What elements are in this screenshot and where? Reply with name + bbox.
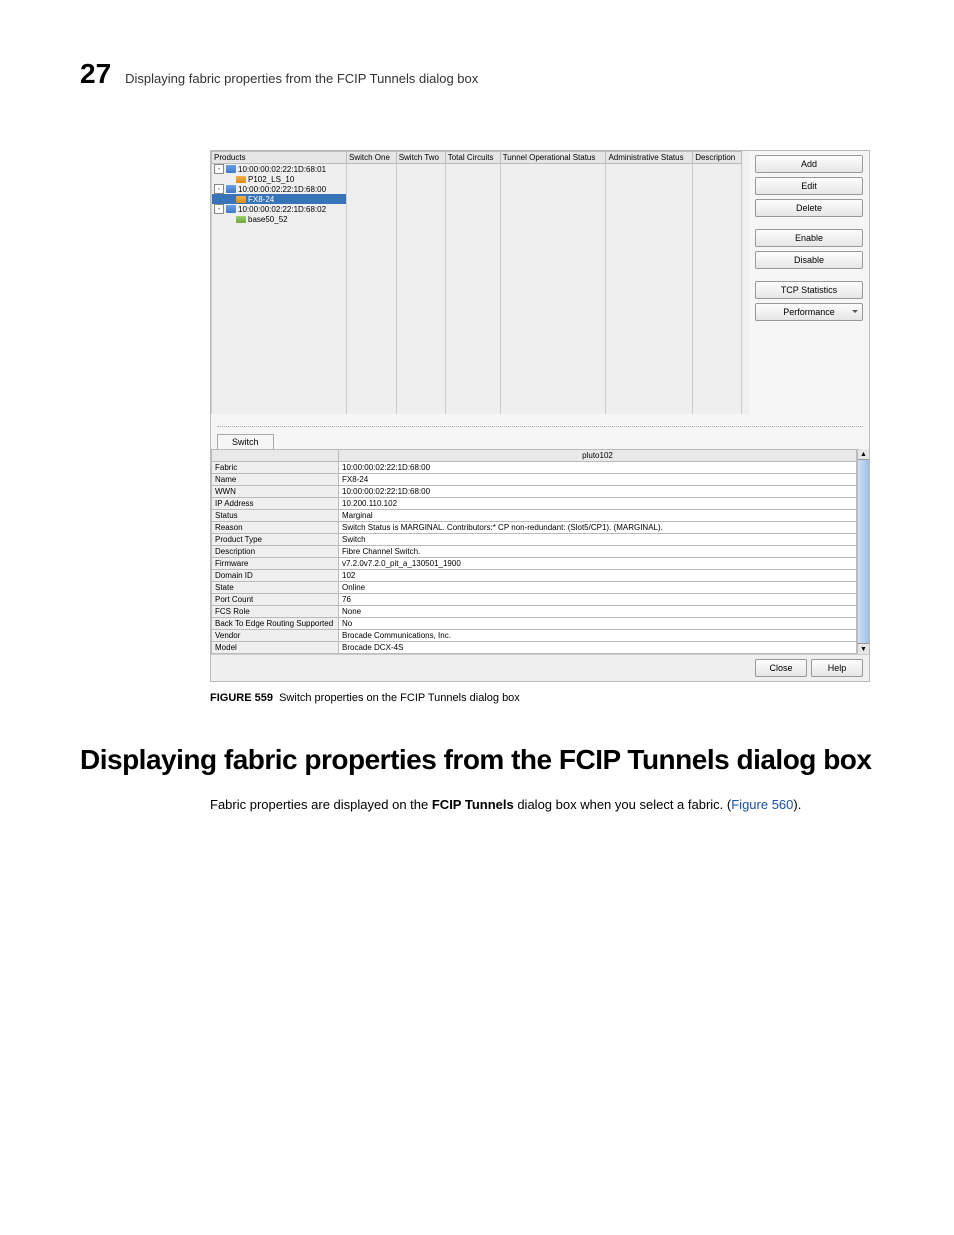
detail-row: ModelBrocade DCX-4S <box>212 642 857 654</box>
tree-row[interactable]: P102_LS_10 <box>212 174 742 184</box>
body-paragraph: Fabric properties are displayed on the F… <box>210 796 874 814</box>
figure-link[interactable]: Figure 560 <box>731 797 793 812</box>
scroll-up-icon[interactable]: ▲ <box>858 449 869 460</box>
details-table: pluto102 Fabric10:00:00:02:22:1D:68:00 N… <box>211 449 857 654</box>
detail-row: WWN10:00:00:02:22:1D:68:00 <box>212 486 857 498</box>
fabric-icon <box>226 205 236 213</box>
tree-row[interactable]: - 10:00:00:02:22:1D:68:02 <box>212 204 742 214</box>
fabric-icon <box>226 185 236 193</box>
products-grid: Products Switch One Switch Two Total Cir… <box>211 151 742 414</box>
col-description[interactable]: Description <box>693 152 742 164</box>
col-switch-one[interactable]: Switch One <box>347 152 397 164</box>
tree-label: 10:00:00:02:22:1D:68:00 <box>238 185 326 194</box>
close-button[interactable]: Close <box>755 659 807 677</box>
switch-icon <box>236 196 246 203</box>
col-tunnel-status[interactable]: Tunnel Operational Status <box>500 152 606 164</box>
delete-button[interactable]: Delete <box>755 199 863 217</box>
col-switch-two[interactable]: Switch Two <box>396 152 445 164</box>
detail-row: IP Address10.200.110.102 <box>212 498 857 510</box>
tree-label: 10:00:00:02:22:1D:68:01 <box>238 165 326 174</box>
fcip-dialog: Products Switch One Switch Two Total Cir… <box>210 150 870 682</box>
scrollbar[interactable]: ▲ ▼ <box>857 449 869 654</box>
pane-divider[interactable] <box>217 426 863 427</box>
details-header: pluto102 <box>339 450 857 462</box>
tree-label: FX8-24 <box>248 195 274 204</box>
detail-row: FCS RoleNone <box>212 606 857 618</box>
enable-button[interactable]: Enable <box>755 229 863 247</box>
tree-label: P102_LS_10 <box>248 175 294 184</box>
collapse-icon[interactable]: - <box>214 184 224 194</box>
page-header: 27 Displaying fabric properties from the… <box>80 58 874 90</box>
tree-label: 10:00:00:02:22:1D:68:02 <box>238 205 326 214</box>
col-products[interactable]: Products <box>212 152 347 164</box>
tree-row[interactable]: - 10:00:00:02:22:1D:68:00 <box>212 184 742 194</box>
detail-row: Firmwarev7.2.0v7.2.0_pit_a_130501_1900 <box>212 558 857 570</box>
edit-button[interactable]: Edit <box>755 177 863 195</box>
detail-row: ReasonSwitch Status is MARGINAL. Contrib… <box>212 522 857 534</box>
tree-row-selected[interactable]: FX8-24 <box>212 194 742 204</box>
tcp-statistics-button[interactable]: TCP Statistics <box>755 281 863 299</box>
chapter-number: 27 <box>80 58 111 90</box>
scroll-down-icon[interactable]: ▼ <box>858 643 869 654</box>
header-title: Displaying fabric properties from the FC… <box>125 71 478 86</box>
detail-row: VendorBrocade Communications, Inc. <box>212 630 857 642</box>
switch-icon <box>236 216 246 223</box>
details-pane: pluto102 Fabric10:00:00:02:22:1D:68:00 N… <box>211 449 869 654</box>
switch-icon <box>236 176 246 183</box>
detail-row: Port Count76 <box>212 594 857 606</box>
tree-row[interactable]: - 10:00:00:02:22:1D:68:01 <box>212 164 742 175</box>
detail-row: StatusMarginal <box>212 510 857 522</box>
section-heading: Displaying fabric properties from the FC… <box>80 744 874 776</box>
detail-row: Back To Edge Routing SupportedNo <box>212 618 857 630</box>
detail-row: DescriptionFibre Channel Switch. <box>212 546 857 558</box>
switch-tab[interactable]: Switch <box>217 434 274 449</box>
collapse-icon[interactable]: - <box>214 204 224 214</box>
tree-label: base50_52 <box>248 215 288 224</box>
detail-row: Domain ID102 <box>212 570 857 582</box>
detail-row: Fabric10:00:00:02:22:1D:68:00 <box>212 462 857 474</box>
col-admin-status[interactable]: Administrative Status <box>606 152 693 164</box>
tree-row[interactable]: base50_52 <box>212 214 742 224</box>
detail-row: Product TypeSwitch <box>212 534 857 546</box>
detail-row: NameFX8-24 <box>212 474 857 486</box>
button-column: Add Edit Delete Enable Disable TCP Stati… <box>749 151 869 325</box>
collapse-icon[interactable]: - <box>214 164 224 174</box>
figure-caption: FIGURE 559 Switch properties on the FCIP… <box>210 692 874 704</box>
fabric-icon <box>226 165 236 173</box>
col-total-circuits[interactable]: Total Circuits <box>445 152 500 164</box>
performance-button[interactable]: Performance <box>755 303 863 321</box>
add-button[interactable]: Add <box>755 155 863 173</box>
detail-row: StateOnline <box>212 582 857 594</box>
disable-button[interactable]: Disable <box>755 251 863 269</box>
help-button[interactable]: Help <box>811 659 863 677</box>
